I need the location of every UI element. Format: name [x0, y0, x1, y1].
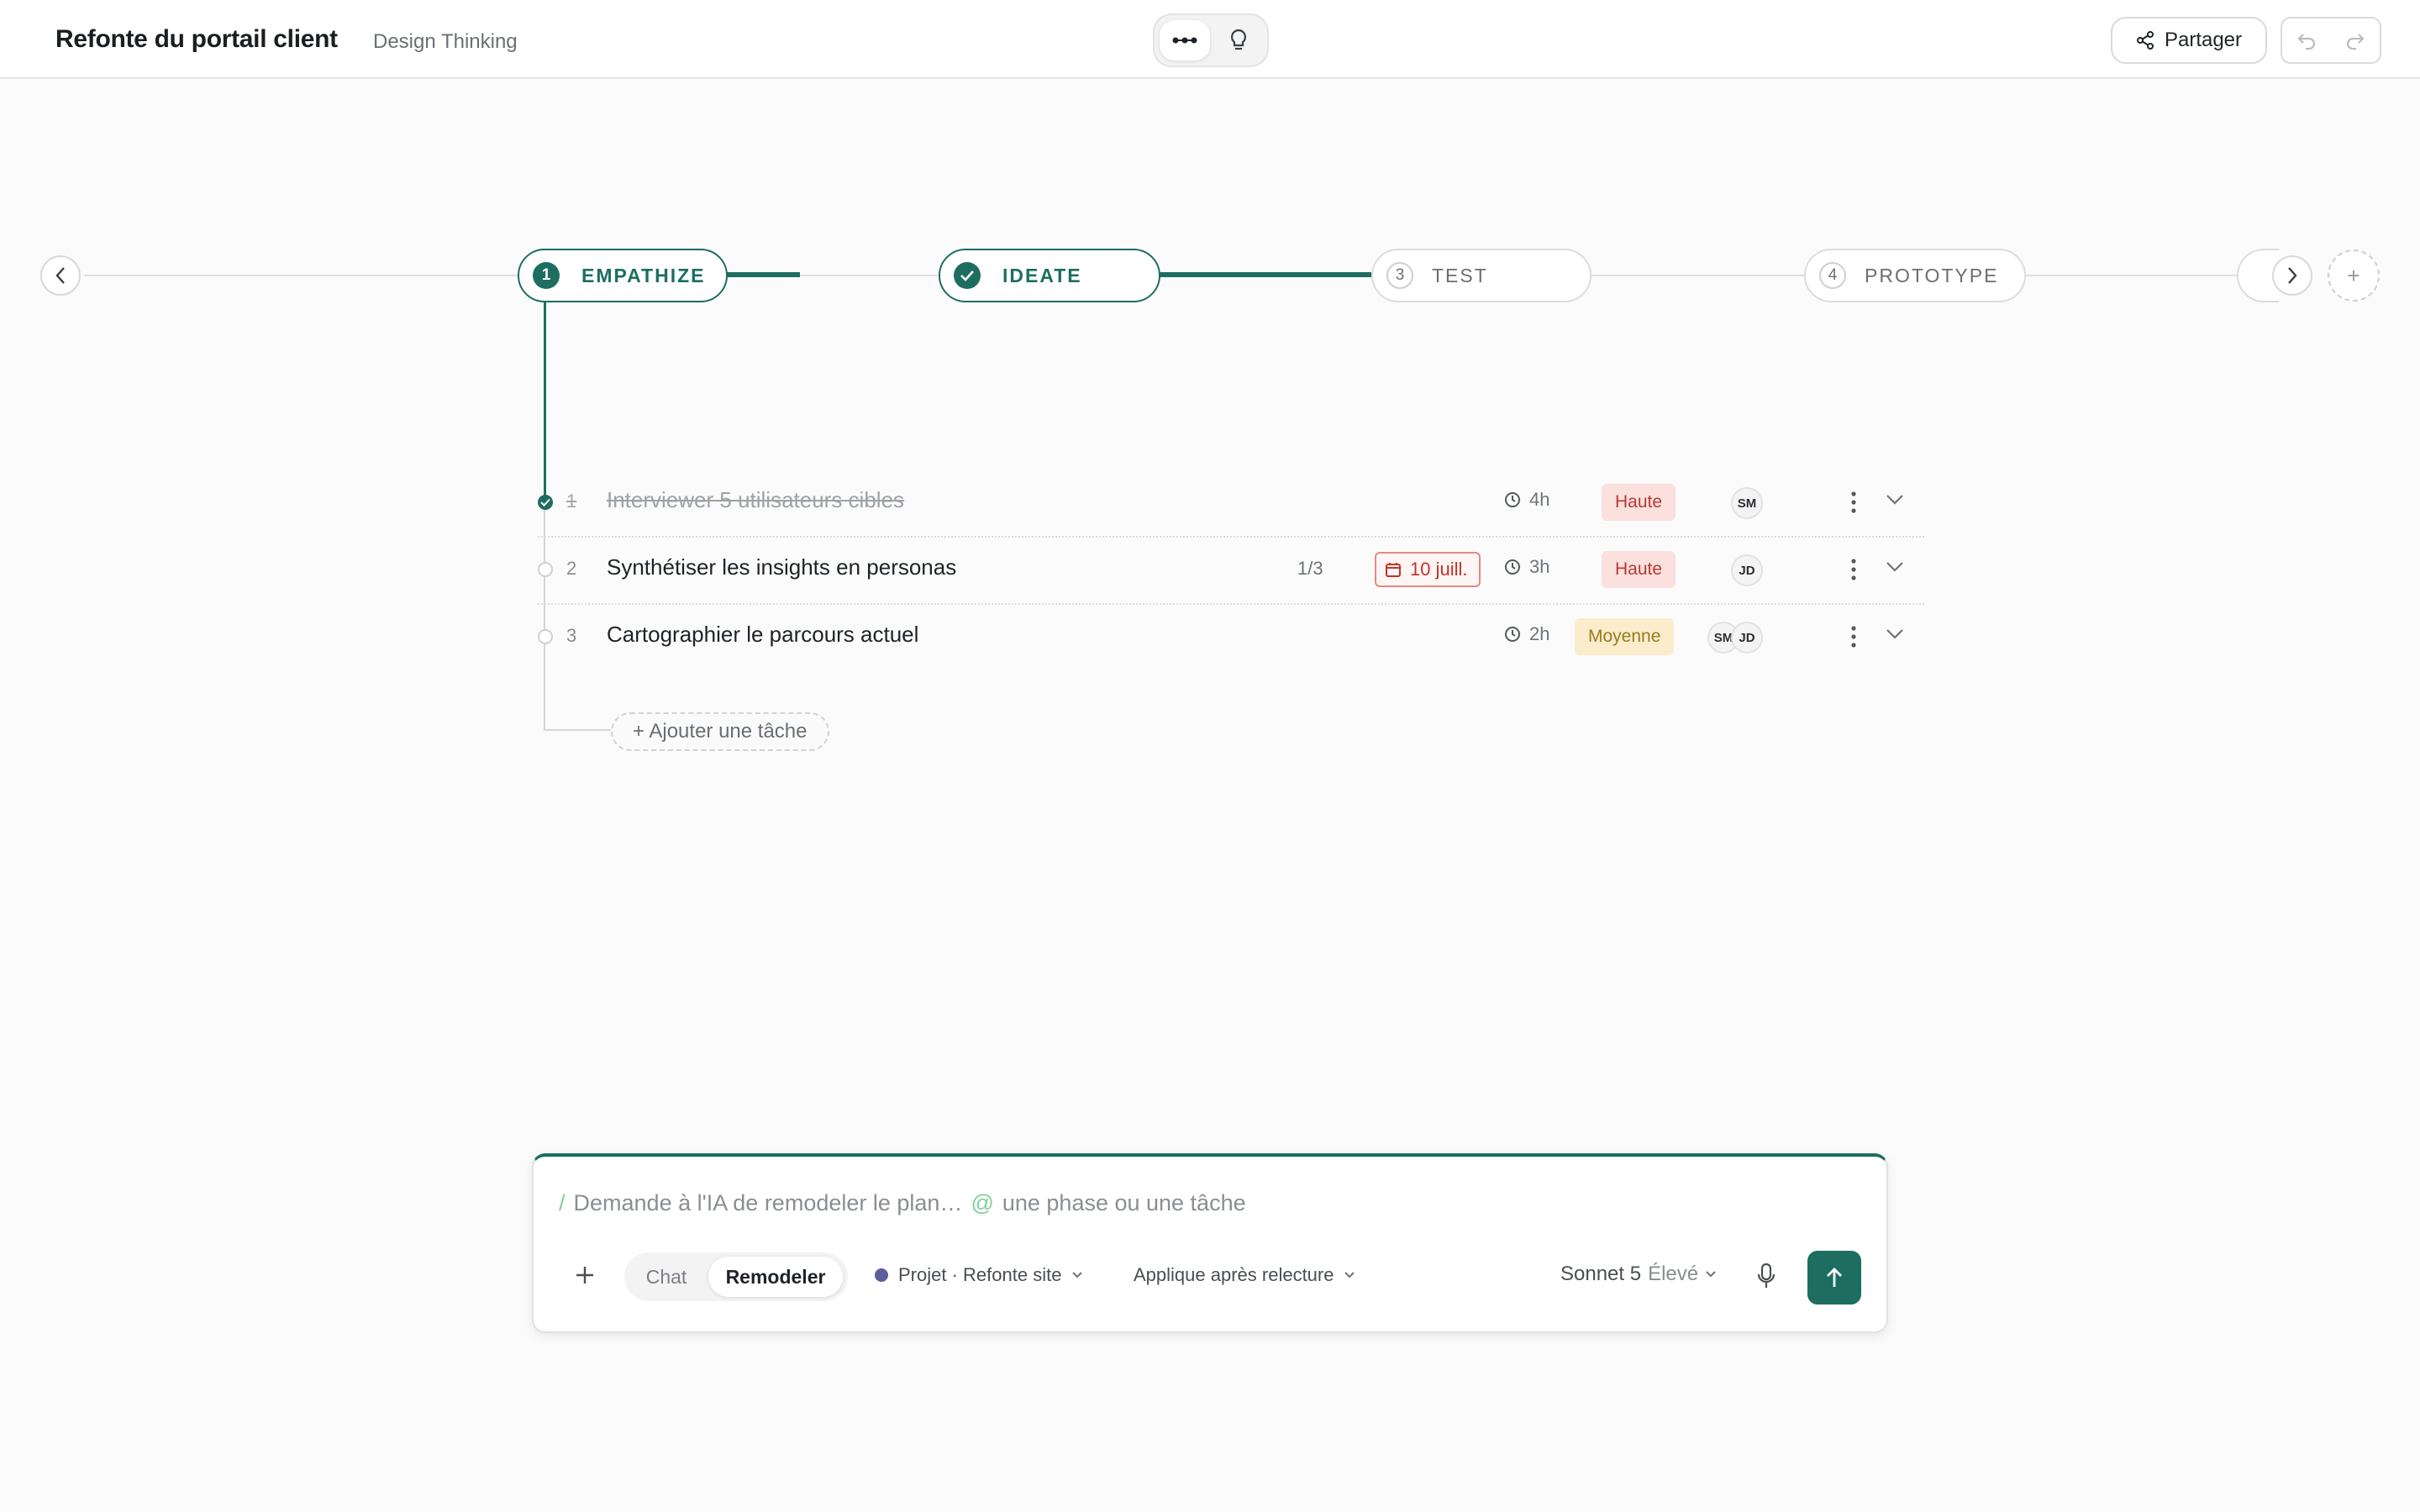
mode-toggle: Chat Remodeler	[624, 1252, 848, 1301]
task-hours: 3h	[1529, 556, 1550, 577]
task-number: 1	[566, 491, 577, 512]
chevron-down-icon	[1706, 1271, 1716, 1278]
phase-number: 4	[1819, 262, 1846, 289]
chevron-down-icon[interactable]	[1886, 561, 1904, 573]
redo-icon[interactable]	[2345, 31, 2365, 50]
chevron-down-icon	[1344, 1272, 1355, 1278]
mention-hint: @	[971, 1190, 994, 1215]
prompt-placeholder: Demande à l'IA de remodeler le plan…	[573, 1190, 963, 1215]
apply-mode-selector[interactable]: Applique après relecture	[1134, 1264, 1355, 1286]
avatar[interactable]: JD	[1731, 554, 1763, 586]
due-date-badge[interactable]: 10 juill.	[1375, 552, 1481, 587]
task-row[interactable]: 3 Cartographier le parcours actuel 2h Mo…	[538, 605, 1924, 672]
avatar[interactable]: JD	[1731, 622, 1763, 654]
project-title: Refonte du portail client	[55, 25, 338, 53]
priority-badge[interactable]: Haute	[1602, 484, 1676, 521]
phase-test[interactable]: 3 TEST	[1371, 249, 1591, 302]
top-bar: Refonte du portail client Design Thinkin…	[0, 0, 2420, 79]
avatar[interactable]: SM	[1731, 487, 1763, 519]
attach-plus-icon[interactable]	[572, 1263, 597, 1288]
task-hours: 4h	[1529, 489, 1550, 510]
calendar-icon	[1386, 563, 1401, 577]
task-estimate: 3h	[1504, 556, 1549, 578]
model-effort: Élevé	[1648, 1263, 1699, 1285]
timeline-progress-segment	[723, 272, 800, 277]
prompt-placeholder-mention: une phase ou une tâche	[1002, 1190, 1246, 1215]
timeline-progress-segment	[1156, 272, 1371, 277]
ideas-view-button[interactable]	[1213, 20, 1264, 60]
add-phase-button[interactable]: +	[2328, 249, 2380, 302]
due-date: 10 juill.	[1410, 559, 1468, 580]
phase-prototype[interactable]: 4 PROTOTYPE	[1804, 249, 2026, 302]
phase-number: 1	[533, 262, 560, 289]
arrow-up-icon	[1827, 1268, 1842, 1287]
task-row[interactable]: 2 Synthétiser les insights en personas 1…	[538, 538, 1924, 605]
clock-icon	[1505, 492, 1520, 507]
phase-number: 3	[1386, 262, 1413, 289]
task-checkbox[interactable]	[538, 562, 553, 577]
project-selector[interactable]: Projet · Refonte site	[875, 1264, 1083, 1286]
add-task-button[interactable]: + Ajouter une tâche	[611, 712, 829, 751]
chevron-left-icon	[55, 267, 65, 284]
timeline-icon	[1172, 37, 1197, 44]
apply-mode-label: Applique après relecture	[1134, 1264, 1334, 1285]
lightbulb-icon	[1230, 29, 1247, 50]
check-icon	[540, 498, 550, 507]
plus-icon: +	[2347, 262, 2360, 288]
phase-label: TEST	[1432, 264, 1488, 286]
undo-icon[interactable]	[2296, 31, 2317, 50]
chevron-right-icon	[2288, 267, 2297, 284]
task-done-checkbox[interactable]	[538, 495, 553, 510]
ai-composer: / Demande à l'IA de remodeler le plan… @…	[532, 1153, 1888, 1333]
more-options-icon[interactable]	[1850, 558, 1857, 581]
chevron-down-icon	[1072, 1272, 1083, 1278]
phase-empathize[interactable]: 1 EMPATHIZE	[518, 249, 728, 302]
subtask-count: 1/3	[1297, 558, 1323, 579]
microphone-icon[interactable]	[1757, 1263, 1776, 1289]
timeline-view-button[interactable]	[1160, 20, 1210, 60]
task-title[interactable]: Interviewer 5 utilisateurs cibles	[607, 487, 904, 513]
task-hours: 2h	[1529, 623, 1550, 644]
prompt-input[interactable]: / Demande à l'IA de remodeler le plan… @…	[559, 1190, 1246, 1216]
project-label: Projet · Refonte site	[898, 1264, 1062, 1285]
history-controls	[2281, 17, 2381, 64]
share-button[interactable]: Partager	[2111, 17, 2267, 64]
clock-icon	[1505, 627, 1520, 642]
phase-ideate[interactable]: IDEATE	[939, 249, 1160, 302]
phase-label: PROTOTYPE	[1865, 264, 1999, 286]
share-label: Partager	[2164, 29, 2243, 51]
check-icon	[954, 262, 981, 289]
project-color-dot	[875, 1268, 888, 1282]
timeline-prev-button[interactable]	[40, 255, 81, 296]
model-name: Sonnet 5	[1560, 1263, 1642, 1285]
share-icon	[2136, 31, 2154, 50]
more-options-icon[interactable]	[1850, 625, 1857, 648]
more-options-icon[interactable]	[1850, 491, 1857, 514]
task-estimate: 2h	[1504, 623, 1549, 645]
priority-badge[interactable]: Moyenne	[1575, 618, 1675, 655]
mode-chat-tab[interactable]: Chat	[624, 1252, 708, 1301]
task-title[interactable]: Cartographier le parcours actuel	[607, 622, 918, 648]
slash-hint: /	[559, 1190, 566, 1215]
phase-label: EMPATHIZE	[581, 264, 706, 286]
task-checkbox[interactable]	[538, 629, 553, 644]
chevron-down-icon[interactable]	[1886, 494, 1904, 506]
task-number: 3	[566, 625, 577, 646]
clock-icon	[1505, 559, 1520, 575]
phase-label: IDEATE	[1002, 264, 1082, 286]
model-selector[interactable]: Sonnet 5 Élevé	[1560, 1263, 1717, 1286]
send-button[interactable]	[1807, 1251, 1861, 1305]
mode-remodel-tab[interactable]: Remodeler	[708, 1257, 843, 1297]
view-toggle	[1153, 13, 1269, 67]
timeline-next-button[interactable]	[2272, 255, 2312, 296]
task-row[interactable]: 1 Interviewer 5 utilisateurs cibles 4h H…	[538, 470, 1924, 538]
priority-badge[interactable]: Haute	[1602, 551, 1676, 588]
task-connector	[544, 729, 611, 731]
task-number: 2	[566, 558, 577, 579]
project-method: Design Thinking	[373, 30, 518, 53]
task-title[interactable]: Synthétiser les insights en personas	[607, 554, 956, 580]
chevron-down-icon[interactable]	[1886, 628, 1904, 640]
task-estimate: 4h	[1504, 489, 1549, 511]
